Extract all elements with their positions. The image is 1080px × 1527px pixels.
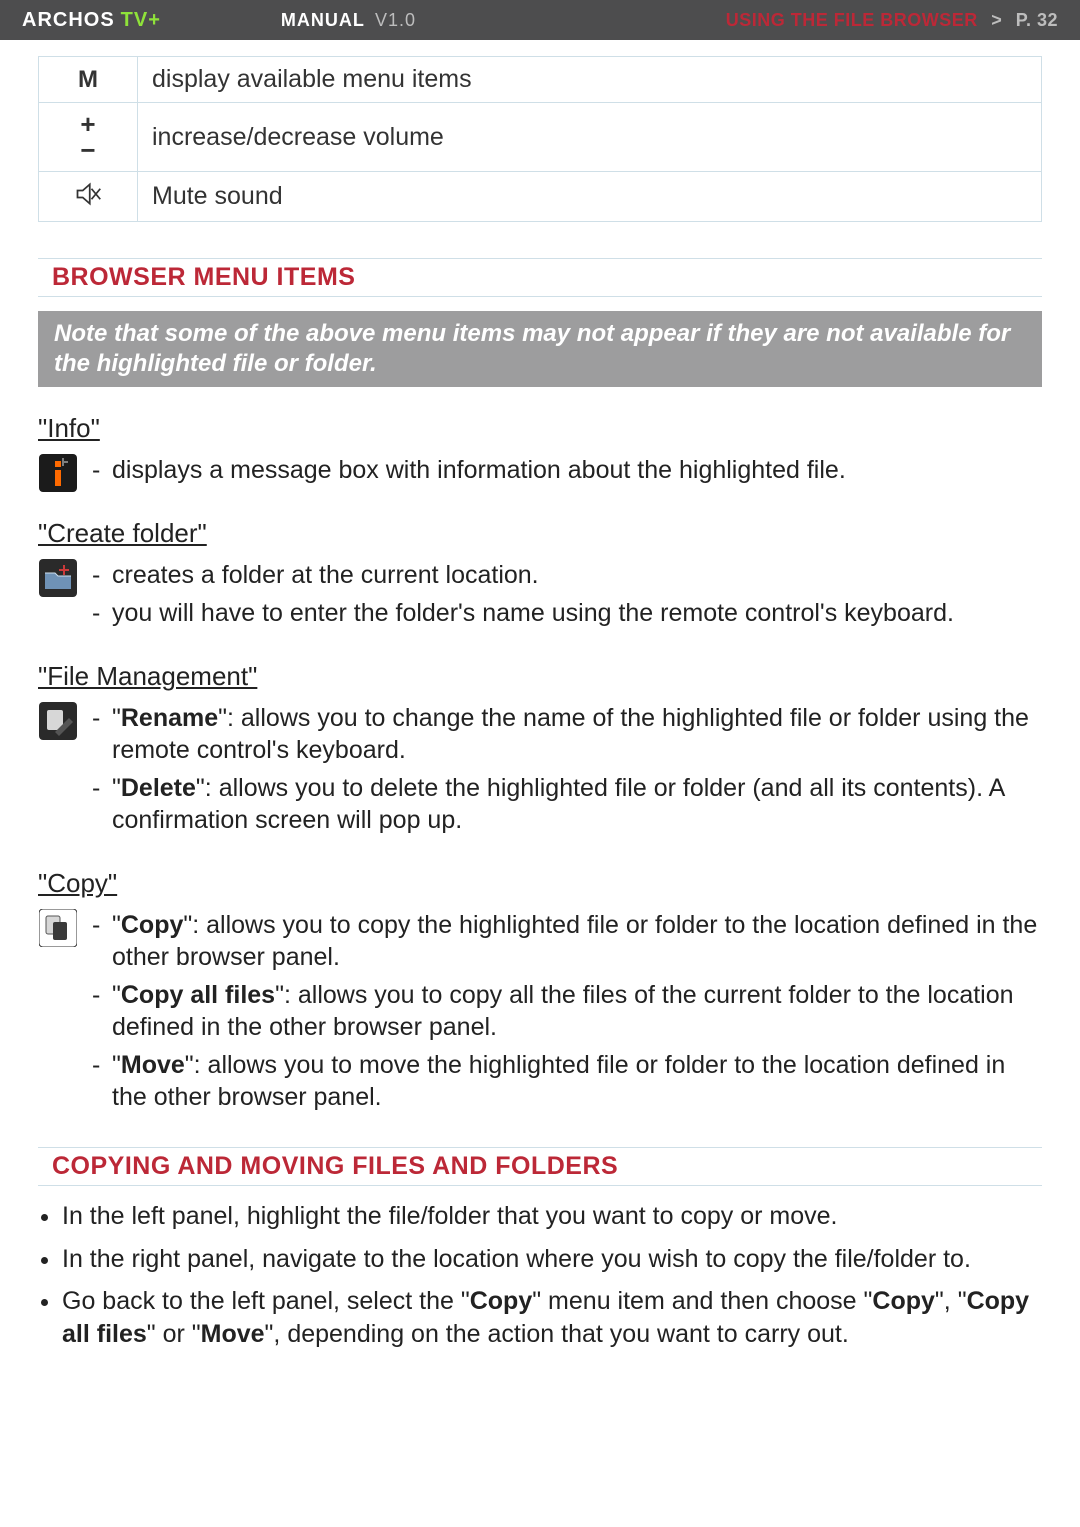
breadcrumb: USING THE FILE BROWSER > P. 32: [726, 10, 1058, 31]
brand-main: ARCHOS: [22, 9, 115, 32]
file-management-icon: [38, 702, 78, 740]
section-heading-browser-menu: BROWSER MENU ITEMS: [38, 258, 1042, 297]
crumb-sep: >: [983, 10, 1010, 30]
list-item: In the left panel, highlight the file/fo…: [62, 1200, 1042, 1233]
header-bar: ARCHOS TV+ MANUAL V1.0 USING THE FILE BR…: [0, 0, 1080, 40]
list-item: Go back to the left panel, select the "C…: [62, 1285, 1042, 1350]
menu-item-file-management: "Rename": allows you to change the name …: [38, 702, 1042, 842]
key-table: M display available menu items + − incre…: [38, 56, 1042, 222]
copy-icon: [38, 909, 78, 947]
key-plus-minus-icon: + −: [39, 103, 138, 172]
plus-icon: +: [53, 111, 123, 137]
menu-item-create-folder-body: creates a folder at the current location…: [92, 559, 1042, 635]
list-item: "Copy": allows you to copy the highlight…: [92, 909, 1042, 973]
key-mute-desc: Mute sound: [138, 172, 1042, 222]
menu-item-info: displays a message box with information …: [38, 454, 1042, 492]
manual-label: MANUAL: [281, 10, 365, 30]
steps-list: In the left panel, highlight the file/fo…: [38, 1200, 1042, 1350]
menu-item-copy: "Copy": allows you to copy the highlight…: [38, 909, 1042, 1119]
key-m-icon: M: [39, 57, 138, 103]
brand: ARCHOS TV+: [22, 9, 161, 32]
info-icon: [38, 454, 78, 492]
menu-item-title-copy: "Copy": [38, 868, 1042, 899]
key-mute-icon: [39, 172, 138, 222]
brand-sub: TV+: [121, 9, 161, 32]
note-box: Note that some of the above menu items m…: [38, 311, 1042, 387]
menu-item-info-body: displays a message box with information …: [92, 454, 1042, 492]
manual-label-block: MANUAL V1.0: [281, 10, 416, 31]
list-item: displays a message box with information …: [92, 454, 1042, 486]
list-item: In the right panel, navigate to the loca…: [62, 1243, 1042, 1276]
table-row: + − increase/decrease volume: [39, 103, 1042, 172]
key-pm-desc: increase/decrease volume: [138, 103, 1042, 172]
section-heading-copying: COPYING AND MOVING FILES AND FOLDERS: [38, 1148, 1042, 1186]
create-folder-icon: [38, 559, 78, 597]
menu-item-title-file-management: "File Management": [38, 661, 1042, 692]
menu-item-create-folder: creates a folder at the current location…: [38, 559, 1042, 635]
menu-item-copy-body: "Copy": allows you to copy the highlight…: [92, 909, 1042, 1119]
crumb-page: P. 32: [1016, 10, 1058, 30]
minus-icon: −: [53, 137, 123, 163]
list-item: you will have to enter the folder's name…: [92, 597, 1042, 629]
list-item: "Delete": allows you to delete the highl…: [92, 772, 1042, 836]
list-item: creates a folder at the current location…: [92, 559, 1042, 591]
table-row: Mute sound: [39, 172, 1042, 222]
key-m-desc: display available menu items: [138, 57, 1042, 103]
table-row: M display available menu items: [39, 57, 1042, 103]
manual-version: V1.0: [375, 10, 416, 30]
crumb-title: USING THE FILE BROWSER: [726, 10, 978, 30]
menu-item-title-create-folder: "Create folder": [38, 518, 1042, 549]
menu-item-file-management-body: "Rename": allows you to change the name …: [92, 702, 1042, 842]
mute-speaker-icon: [74, 180, 102, 208]
list-item: "Copy all files": allows you to copy all…: [92, 979, 1042, 1043]
list-item: "Move": allows you to move the highlight…: [92, 1049, 1042, 1113]
list-item: "Rename": allows you to change the name …: [92, 702, 1042, 766]
menu-item-title-info: "Info": [38, 413, 1042, 444]
